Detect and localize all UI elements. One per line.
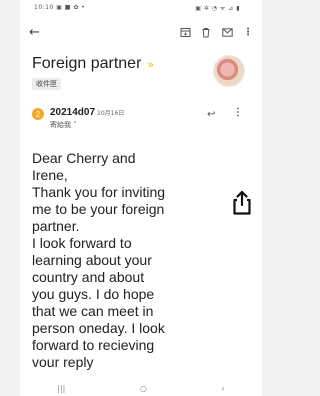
nav-back-button[interactable]: ‹ bbox=[221, 384, 224, 393]
status-left: 10:10 ▣ ■ ✿ • bbox=[34, 4, 86, 11]
sender-row: 2 20214d07 10月16日 寄給我 ˅ ↩ ⋮ bbox=[32, 107, 262, 137]
toolbar-actions: ⋮ bbox=[179, 26, 254, 38]
archive-icon[interactable] bbox=[179, 26, 191, 38]
mail-icon[interactable] bbox=[221, 26, 233, 38]
subject-text: Foreign partner bbox=[32, 55, 142, 72]
share-icon[interactable] bbox=[231, 190, 253, 216]
sent-time: 10月16日 bbox=[97, 110, 125, 117]
recipient-toggle[interactable]: 寄給我 ˅ bbox=[50, 120, 77, 130]
reply-icon[interactable]: ↩ bbox=[207, 109, 215, 120]
delete-icon[interactable] bbox=[200, 26, 212, 38]
email-body: Dear Cherry and Irene, Thank you for inv… bbox=[32, 150, 166, 370]
sender-name: 20214d07 10月16日 bbox=[50, 107, 124, 118]
importance-marker-icon[interactable]: » bbox=[147, 58, 154, 71]
recent-apps-button[interactable]: ||| bbox=[57, 384, 65, 393]
sender-address: 20214d07 bbox=[50, 107, 96, 118]
system-nav-bar: ||| ○ ‹ bbox=[20, 381, 262, 396]
home-button[interactable]: ○ bbox=[140, 384, 147, 393]
phone-screen: 10:10 ▣ ■ ✿ • ▣ ✲ ◔ ᯤ ⊿ ▮ ← ⋮ Foreign pa… bbox=[20, 0, 262, 396]
status-bar: 10:10 ▣ ■ ✿ • ▣ ✲ ◔ ᯤ ⊿ ▮ bbox=[20, 0, 262, 16]
status-right: ▣ ✲ ◔ ᯤ ⊿ ▮ bbox=[195, 5, 240, 12]
more-vert-icon[interactable]: ⋮ bbox=[233, 107, 243, 118]
avatar[interactable]: 2 bbox=[32, 108, 44, 120]
back-arrow-icon[interactable]: ← bbox=[29, 25, 40, 40]
email-subject: Foreign partner » bbox=[32, 55, 154, 73]
email-toolbar: ← ⋮ bbox=[20, 22, 262, 44]
more-vert-icon[interactable]: ⋮ bbox=[242, 26, 254, 38]
flower-image bbox=[214, 56, 244, 86]
inbox-label[interactable]: 收件匣 bbox=[32, 78, 61, 90]
